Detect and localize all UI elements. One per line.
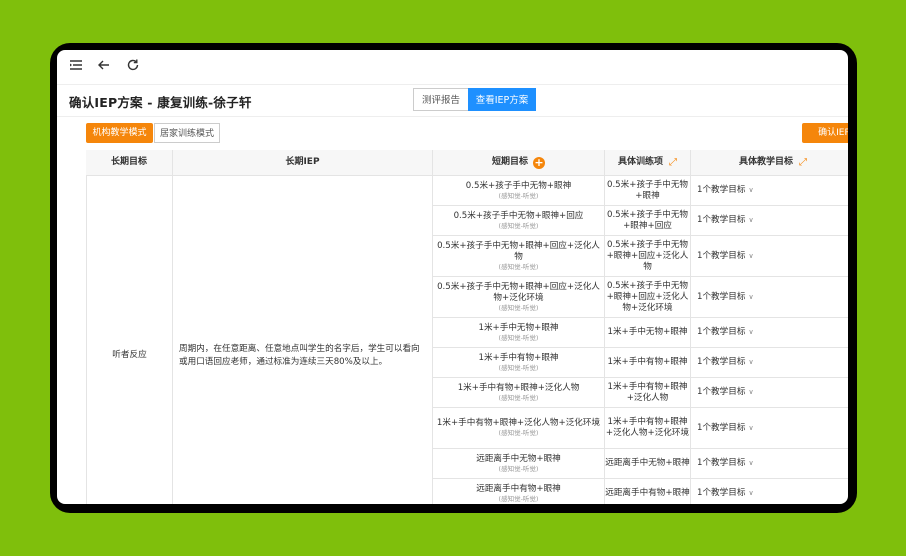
chevron-down-icon: ∨ [748,292,754,301]
page-title: 确认IEP方案 - 康复训练-徐子轩 [69,95,252,110]
teaching-goal-select[interactable]: 1个教学目标 ∨ [691,348,848,378]
header-short-goal: 短期目标 + [433,150,605,176]
training-cell: 1米+手中无物+眼神 [605,318,691,348]
teaching-goal-select[interactable]: 1个教学目标 ∨ [691,479,848,504]
teaching-goal-select[interactable]: 1个教学目标 ∨ [691,206,848,236]
long-goal-cell: 听者反应 [86,176,173,504]
refresh-icon[interactable] [124,58,142,76]
expand-icon[interactable]: ⤢ [799,157,807,168]
table-row: 1米+手中有物+眼神+泛化人物+泛化环境 (感知觉-听觉) [433,408,605,449]
chevron-down-icon: ∨ [748,251,754,260]
table-row: 1米+手中有物+眼神 (感知觉-听觉) [433,348,605,378]
training-cell: 0.5米+孩子手中无物+眼神 [605,176,691,206]
table-row: 远距离手中有物+眼神 (感知觉-听觉) [433,479,605,504]
teaching-goal-select[interactable]: 1个教学目标 ∨ [691,277,848,318]
teaching-goal-select[interactable]: 1个教学目标 ∨ [691,318,848,348]
mode-institution-button[interactable]: 机构教学模式 [86,123,153,143]
teaching-goal-select[interactable]: 1个教学目标 ∨ [691,408,848,449]
chevron-down-icon: ∨ [748,328,754,336]
tab-view-iep[interactable]: 查看IEP方案 [468,88,536,111]
expand-icon[interactable]: ⤢ [669,157,677,168]
header-training: 具体训练项 ⤢ [605,150,691,176]
teaching-goal-select[interactable]: 1个教学目标 ∨ [691,449,848,479]
chevron-down-icon: ∨ [748,489,754,497]
table-row: 0.5米+孩子手中无物+眼神+回应 (感知觉-听觉) [433,206,605,236]
chevron-down-icon: ∨ [748,423,754,432]
long-iep-cell: 周期内，在任意距离、任意地点叫学生的名字后，学生可以看向或用口语回应老师，通过标… [173,176,433,504]
header-teaching-goal: 具体教学目标 ⤢ [691,150,848,176]
chevron-down-icon: ∨ [748,388,754,396]
add-icon[interactable]: + [533,156,545,169]
header-long-goal: 长期目标 [86,150,173,176]
chevron-down-icon: ∨ [748,459,754,467]
table-row: 远距离手中无物+眼神 (感知觉-听觉) [433,449,605,479]
table-row: 0.5米+孩子手中无物+眼神 (感知觉-听觉) [433,176,605,206]
divider [57,116,848,117]
app-window: 确认IEP方案 - 康复训练-徐子轩 测评报告 查看IEP方案 机构教学模式 居… [57,50,848,504]
teaching-goal-select[interactable]: 1个教学目标 ∨ [691,176,848,206]
table-row: 1米+手中有物+眼神+泛化人物 (感知觉-听觉) [433,378,605,408]
training-cell: 0.5米+孩子手中无物+眼神+回应+泛化人物+泛化环境 [605,277,691,318]
training-cell: 0.5米+孩子手中无物+眼神+回应 [605,206,691,236]
table-row: 1米+手中无物+眼神 (感知觉-听觉) [433,318,605,348]
menu-icon[interactable] [67,58,85,76]
training-cell: 远距离手中无物+眼神 [605,449,691,479]
table-row: 0.5米+孩子手中无物+眼神+回应+泛化人物 (感知觉-听觉) [433,236,605,277]
mode-home-button[interactable]: 居家训练模式 [154,123,220,143]
training-cell: 远距离手中有物+眼神 [605,479,691,504]
iep-table: 长期目标 长期IEP 短期目标 + 具体训练项 ⤢ 具体教学目标 ⤢ 听者反应 周期内… [86,150,848,504]
top-toolbar [57,50,848,85]
tab-assessment-report[interactable]: 测评报告 [413,88,469,111]
training-cell: 1米+手中有物+眼神 [605,348,691,378]
teaching-goal-select[interactable]: 1个教学目标 ∨ [691,236,848,277]
table-row: 0.5米+孩子手中无物+眼神+回应+泛化人物+泛化环境 (感知觉-听觉) [433,277,605,318]
training-cell: 1米+手中有物+眼神+泛化人物+泛化环境 [605,408,691,449]
header-long-iep: 长期IEP [173,150,433,176]
training-cell: 1米+手中有物+眼神+泛化人物 [605,378,691,408]
training-cell: 0.5米+孩子手中无物+眼神+回应+泛化人物 [605,236,691,277]
back-arrow-icon[interactable] [95,58,113,76]
teaching-goal-select[interactable]: 1个教学目标 ∨ [691,378,848,408]
chevron-down-icon: ∨ [748,186,754,194]
confirm-iep-button[interactable]: 确认IEP [802,123,848,143]
chevron-down-icon: ∨ [748,358,754,366]
chevron-down-icon: ∨ [748,216,754,224]
